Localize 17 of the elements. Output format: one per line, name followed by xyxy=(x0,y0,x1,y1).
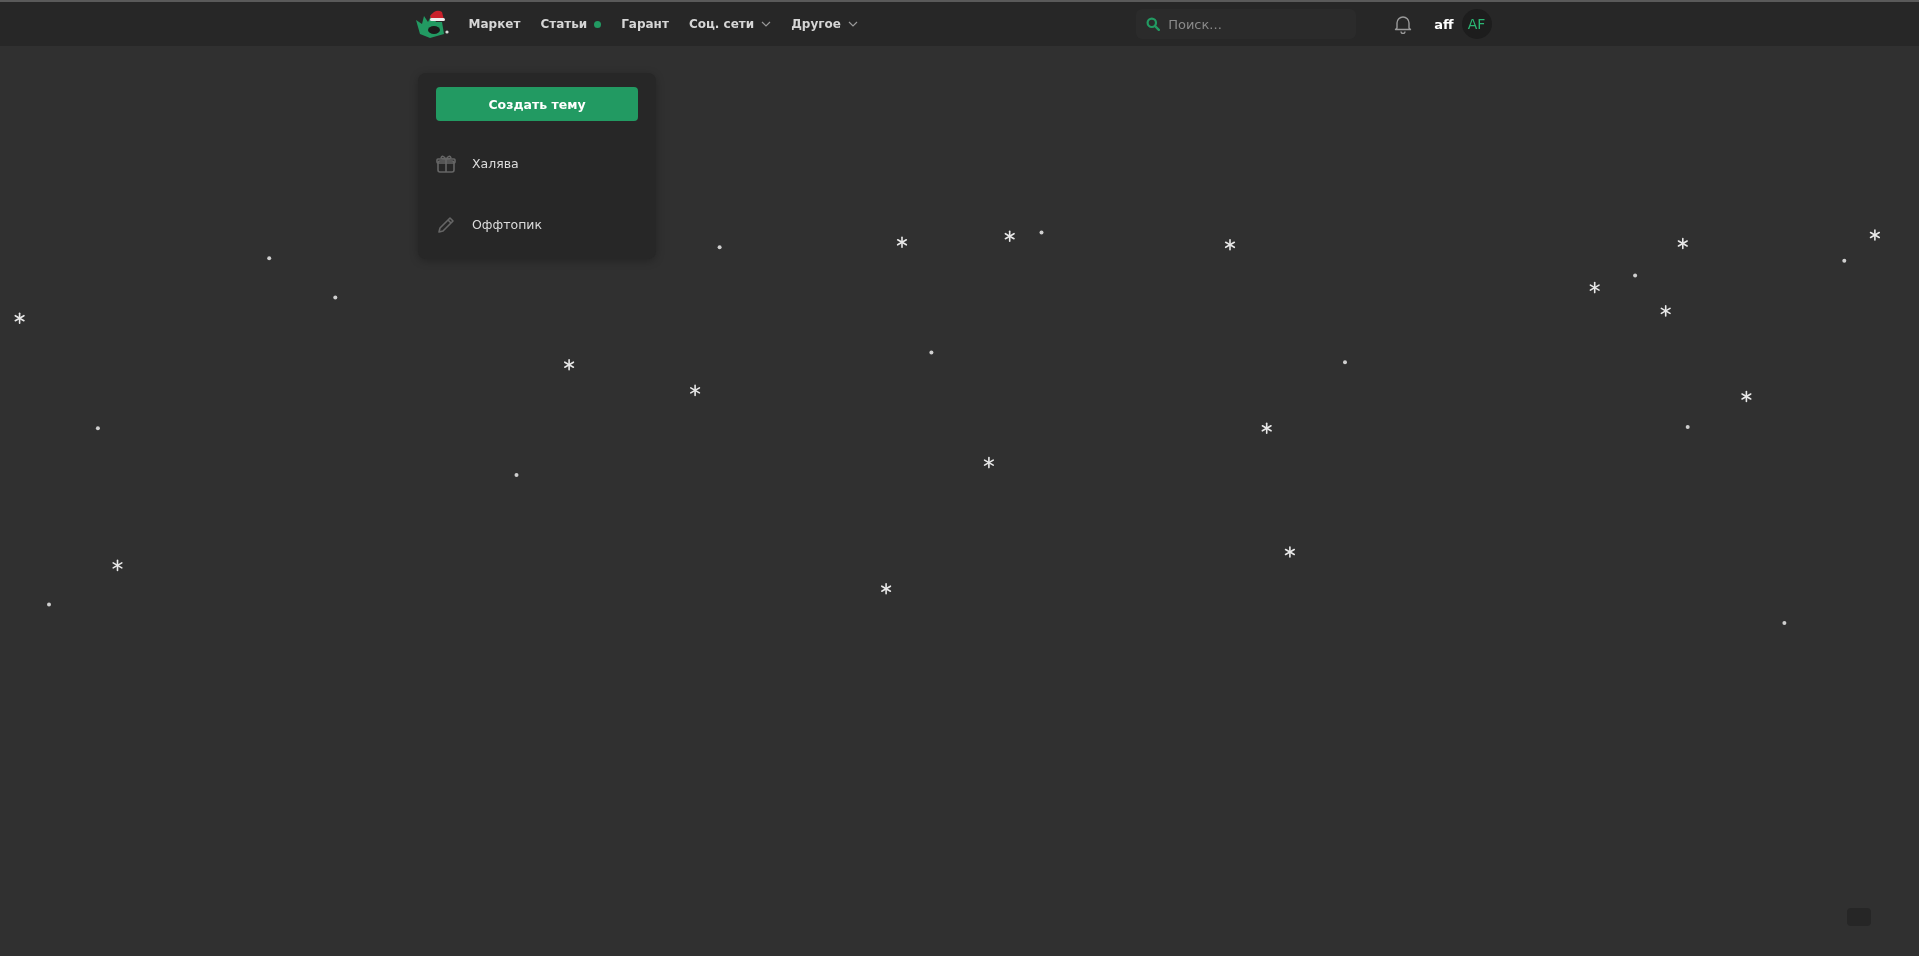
bell-icon[interactable] xyxy=(1394,14,1413,34)
caret-icon xyxy=(761,21,772,27)
create-topic-button[interactable]: Создать тему xyxy=(436,87,638,121)
nav-link[interactable]: Другое xyxy=(784,11,865,37)
nav-link[interactable]: Соц. сети xyxy=(681,11,779,37)
logo-icon[interactable] xyxy=(413,8,450,40)
avatar[interactable]: AF xyxy=(1461,9,1492,39)
search-field[interactable]: Поиск... xyxy=(1136,9,1357,39)
menu-item[interactable]: Халява xyxy=(418,133,656,194)
username[interactable]: aff xyxy=(1434,16,1454,32)
pencil-icon xyxy=(436,214,456,235)
nav-link[interactable]: Статьи xyxy=(533,11,609,37)
caret-icon xyxy=(847,21,858,27)
nav-link[interactable]: Маркет xyxy=(461,11,528,37)
nav-link[interactable]: Гарант xyxy=(614,11,676,37)
gift-icon xyxy=(436,153,456,174)
menu-item[interactable]: Оффтопик xyxy=(418,194,656,255)
